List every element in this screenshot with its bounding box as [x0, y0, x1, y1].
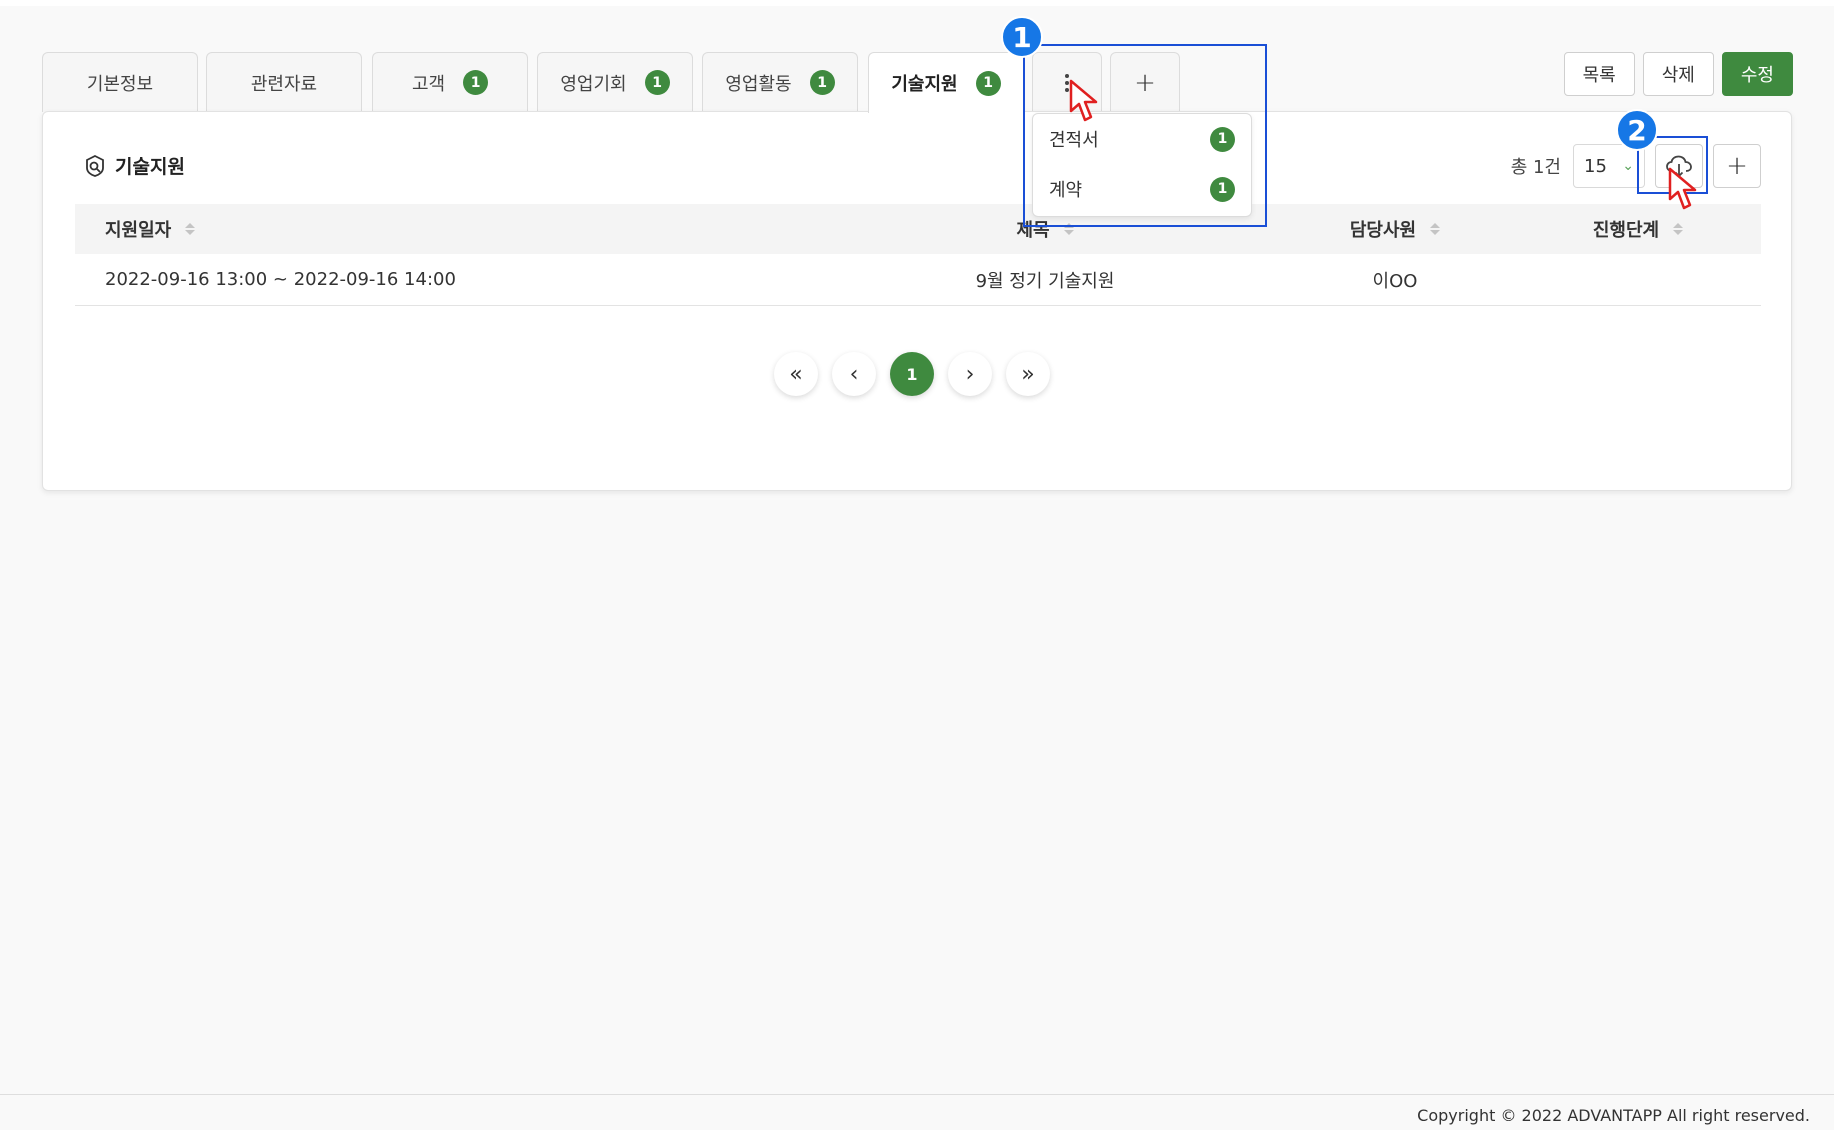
header-label: 지원일자	[105, 220, 172, 241]
page-size-value: 15	[1584, 155, 1607, 177]
copyright-text: Copyright © 2022 ADVANTAPP All right res…	[1417, 1106, 1810, 1125]
header-label: 진행단계	[1592, 220, 1660, 241]
footer-divider	[0, 1094, 1834, 1095]
pointer-cursor-icon	[1668, 167, 1697, 210]
first-page-button[interactable]: «	[774, 352, 818, 396]
record-actions: 목록 삭제 수정	[1563, 52, 1793, 96]
section-title-text: 기술지원	[115, 156, 185, 178]
tab-count-badge: 1	[463, 70, 489, 95]
edit-button[interactable]: 수정	[1721, 52, 1793, 96]
highlight-box-more-menu	[1023, 44, 1267, 227]
step-marker-2: 2	[1616, 109, 1658, 151]
header-label: 담당사원	[1349, 220, 1417, 241]
plus-icon: +	[1726, 151, 1748, 181]
chevron-down-icon: ⌄	[1622, 158, 1634, 174]
tab-sales-activity[interactable]: 영업활동 1	[702, 52, 858, 112]
add-record-button[interactable]: +	[1713, 144, 1761, 188]
prev-page-button[interactable]: ‹	[832, 352, 876, 396]
cell-support-date: 2022-09-16 13:00 ~ 2022-09-16 14:00	[105, 269, 456, 290]
tab-sales-opportunity[interactable]: 영업기회 1	[537, 52, 693, 112]
support-search-icon	[86, 154, 104, 177]
tab-label: 영업기회	[560, 73, 627, 95]
top-strip	[0, 0, 1834, 6]
last-page-button[interactable]: »	[1006, 352, 1050, 396]
pointer-cursor-icon	[1069, 79, 1098, 122]
tab-label: 기본정보	[86, 73, 154, 95]
total-count: 총 1건	[1510, 157, 1561, 178]
tab-customer[interactable]: 고객 1	[372, 52, 528, 112]
tab-label: 관련자료	[250, 73, 318, 95]
tech-support-table: 지원일자 제목 담당사원 진행단계 2022-09-16 13:00 ~ 202…	[75, 204, 1761, 306]
list-button[interactable]: 목록	[1563, 52, 1635, 96]
cell-title: 9월 정기 기술지원	[975, 270, 1115, 292]
sort-icon	[1430, 223, 1441, 235]
tab-basic-info[interactable]: 기본정보	[42, 52, 198, 112]
section-title: 기술지원	[83, 152, 185, 179]
tab-related-data[interactable]: 관련자료	[206, 52, 362, 112]
next-page-button[interactable]: ›	[948, 352, 992, 396]
tab-count-badge: 1	[644, 70, 670, 95]
col-assignee[interactable]: 담당사원	[1275, 216, 1515, 242]
pagination: « ‹ 1 › »	[43, 352, 1791, 396]
delete-button[interactable]: 삭제	[1642, 52, 1714, 96]
tab-count-badge: 1	[975, 70, 1001, 96]
tab-label: 영업활동	[725, 73, 792, 95]
tab-label: 고객	[411, 73, 446, 95]
col-stage[interactable]: 진행단계	[1515, 216, 1761, 242]
tech-support-panel: 기술지원 총 1건 15 ⌄ + 지원일자 제목 담당사원 진행단계 2022-…	[42, 111, 1792, 491]
cell-assignee: 이OO	[1372, 270, 1418, 292]
tab-label: 기술지원	[891, 74, 958, 95]
tab-count-badge: 1	[809, 70, 835, 95]
step-marker-1: 1	[1001, 16, 1043, 58]
col-support-date[interactable]: 지원일자	[75, 216, 815, 242]
tab-tech-support[interactable]: 기술지원 1	[868, 52, 1024, 113]
current-page-button[interactable]: 1	[890, 352, 934, 396]
sort-icon	[185, 223, 196, 235]
table-row[interactable]: 2022-09-16 13:00 ~ 2022-09-16 14:00 9월 정…	[75, 254, 1761, 306]
sort-icon	[1673, 223, 1684, 235]
table-header: 지원일자 제목 담당사원 진행단계	[75, 204, 1761, 254]
